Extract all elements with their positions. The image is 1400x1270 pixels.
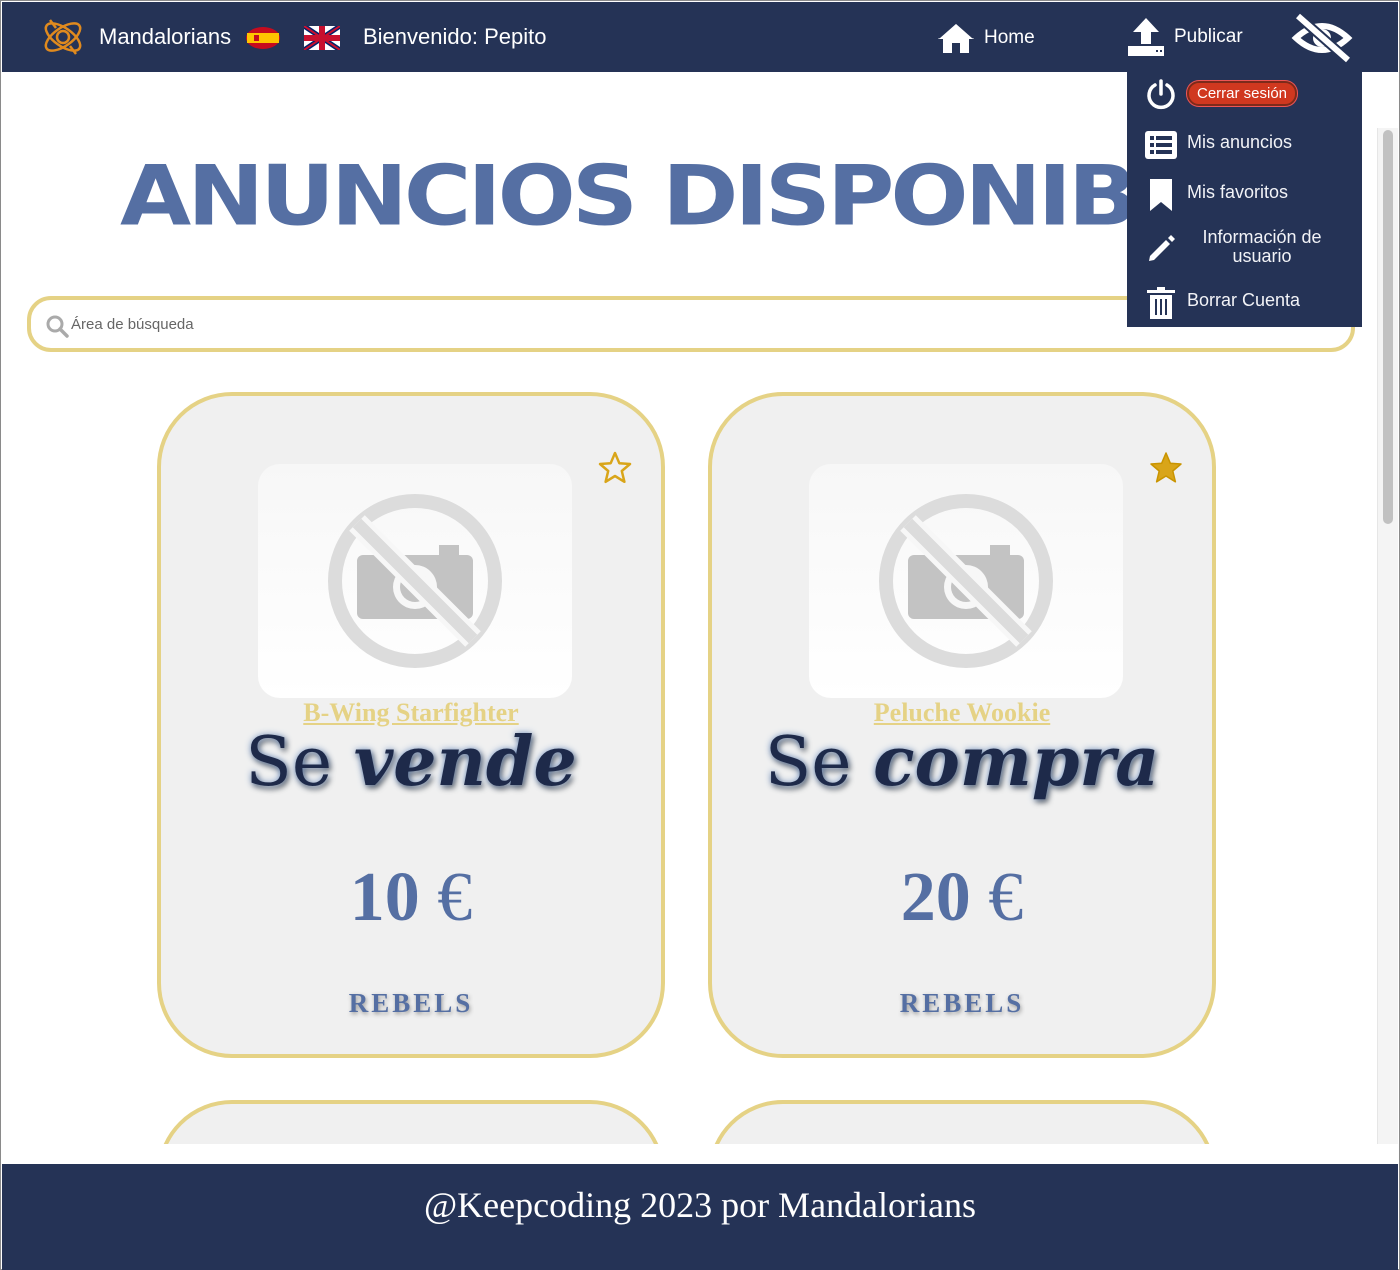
home-icon	[938, 21, 974, 53]
ad-type-prefix: Se	[764, 723, 852, 802]
eye-slash-icon[interactable]	[1290, 12, 1354, 64]
publish-label: Publicar	[1174, 26, 1243, 47]
user-info-label-line1: Información de	[1202, 227, 1322, 247]
ad-card[interactable]: Peluche Wookie Se compra 20 € REBELS	[708, 392, 1216, 1058]
no-image-placeholder	[258, 464, 572, 698]
no-photo-icon	[328, 494, 502, 668]
ad-type-verb: vende	[353, 722, 577, 802]
footer-text: @Keepcoding 2023 por Mandalorians	[423, 1185, 977, 1225]
footer: @Keepcoding 2023 por Mandalorians	[2, 1164, 1398, 1270]
ad-price: 10 €	[161, 858, 661, 938]
home-label: Home	[984, 27, 1035, 48]
ad-tag: REBELS	[348, 988, 474, 1018]
logout-button[interactable]: Cerrar sesión	[1187, 81, 1298, 106]
search-icon	[46, 315, 69, 338]
bookmark-icon	[1145, 178, 1177, 212]
welcome-message: Bienvenido: Pepito	[363, 24, 547, 49]
home-link[interactable]: Home	[936, 20, 1035, 56]
es-flag-icon[interactable]	[245, 26, 281, 50]
star-filled-icon[interactable]	[1148, 450, 1184, 486]
ad-card[interactable]: B-Wing Starfighter Se vende 10 € REBELS	[157, 392, 665, 1058]
mandalorians-logo-icon[interactable]	[40, 14, 86, 60]
ad-currency: €	[437, 859, 473, 936]
upload-icon	[1128, 18, 1164, 56]
ad-currency: €	[988, 859, 1024, 936]
ad-price-value: 10	[349, 859, 420, 936]
ad-type-prefix: Se	[245, 723, 333, 802]
delete-account-label: Borrar Cuenta	[1187, 290, 1301, 310]
list-icon	[1145, 128, 1177, 162]
power-icon	[1145, 77, 1177, 111]
ad-type: Se vende	[161, 722, 661, 802]
top-navbar: Mandalorians Bienvenido: Pepito Home Pub…	[2, 2, 1398, 72]
search-input[interactable]	[69, 308, 1133, 340]
my-ads-label: Mis anuncios	[1187, 132, 1293, 152]
publish-link[interactable]: Publicar	[1126, 16, 1243, 58]
brand-name[interactable]: Mandalorians	[99, 24, 231, 50]
ad-type: Se compra	[712, 722, 1212, 802]
ads-grid: B-Wing Starfighter Se vende 10 € REBELS …	[0, 380, 1376, 1144]
no-photo-icon	[879, 494, 1053, 668]
ad-tag: REBELS	[899, 988, 1025, 1018]
ad-price: 20 €	[712, 858, 1212, 938]
ad-price-value: 20	[900, 859, 971, 936]
scrollbar-thumb[interactable]	[1383, 130, 1393, 524]
user-dropdown-menu: Cerrar sesión Mis anuncios Mis favoritos	[1127, 70, 1362, 327]
pencil-icon	[1145, 232, 1177, 266]
star-outline-icon[interactable]	[597, 450, 633, 486]
trash-icon	[1145, 286, 1177, 320]
page-scrollbar[interactable]	[1377, 128, 1398, 1144]
user-info-label-line2: usuario	[1232, 246, 1292, 266]
no-image-placeholder	[809, 464, 1123, 698]
uk-flag-icon[interactable]	[302, 23, 342, 53]
ad-card-partial[interactable]	[708, 1100, 1216, 1144]
ad-card-partial[interactable]	[157, 1100, 665, 1144]
my-favorites-label: Mis favoritos	[1187, 182, 1289, 202]
ad-type-verb: compra	[873, 722, 1160, 802]
